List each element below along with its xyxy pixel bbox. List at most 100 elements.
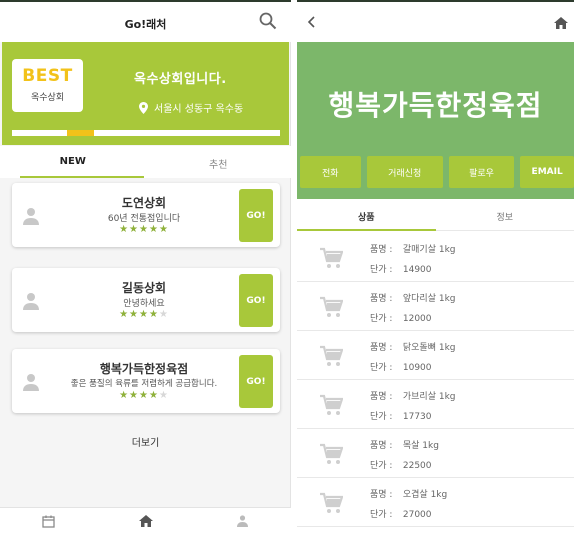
product-name-line: 품명 : 닭오돌뼈 1kg bbox=[370, 340, 456, 353]
store-banner: 행복가득한정육점 전화 거래신청 팔로우 EMAIL bbox=[297, 42, 574, 199]
product-price: 10900 bbox=[402, 363, 432, 373]
product-name-line: 품명 : 오겹살 1kg bbox=[370, 487, 447, 500]
product-name-line: 품명 : 목살 1kg bbox=[370, 438, 439, 451]
product-name-label: 품명 : bbox=[370, 343, 393, 353]
star-icon: ★ bbox=[139, 224, 149, 235]
detail-header bbox=[297, 0, 574, 42]
star-icon: ★ bbox=[129, 224, 140, 235]
location-pin-icon bbox=[139, 101, 148, 114]
call-button[interactable]: 전화 bbox=[300, 156, 361, 188]
cart-icon bbox=[320, 345, 343, 366]
email-button[interactable]: EMAIL bbox=[520, 156, 574, 188]
product-name-line: 품명 : 가브리살 1kg bbox=[370, 389, 456, 402]
store-card[interactable]: 행복가득한정육점 좋은 품질의 육류를 저렴하게 공급합니다. ★★★★★ GO… bbox=[12, 349, 280, 413]
person-icon bbox=[237, 515, 248, 527]
store-name: 행복가득한정육점 bbox=[99, 362, 189, 376]
detail-tabs: 상품 정보 bbox=[297, 199, 574, 231]
best-badge: BEST 옥수상회 bbox=[12, 59, 83, 112]
product-name-line: 품명 : 갈매기살 1kg bbox=[370, 242, 456, 255]
app-header: Go!래처 bbox=[0, 0, 291, 42]
product-price: 14900 bbox=[402, 265, 432, 275]
cart-icon bbox=[320, 247, 343, 268]
store-desc: 안녕하세요 bbox=[123, 299, 165, 309]
store-rating: ★★★★★ bbox=[46, 390, 242, 401]
tab-new[interactable]: NEW bbox=[0, 146, 146, 178]
product-price-line: 단가 : 27000 bbox=[370, 507, 432, 520]
go-button[interactable]: GO! bbox=[239, 274, 273, 327]
cart-icon bbox=[320, 443, 343, 464]
product-name: 닭오돌뼈 1kg bbox=[402, 343, 456, 353]
cart-icon bbox=[320, 492, 343, 513]
follow-button[interactable]: 팔로우 bbox=[448, 156, 515, 188]
star-icon: ★ bbox=[119, 390, 130, 401]
cart-icon bbox=[320, 394, 343, 415]
product-name: 앞다리살 1kg bbox=[402, 294, 456, 304]
more-link[interactable]: 더보기 bbox=[0, 434, 291, 449]
product-price-label: 단가 : bbox=[370, 412, 393, 422]
star-icon: ★ bbox=[119, 309, 130, 320]
banner-progress-fill bbox=[67, 130, 94, 136]
product-name-label: 품명 : bbox=[370, 392, 393, 402]
product-name: 갈매기살 1kg bbox=[402, 245, 456, 255]
best-label: BEST bbox=[22, 66, 73, 86]
person-icon bbox=[23, 208, 39, 225]
bottom-nav bbox=[0, 507, 291, 534]
product-price: 17730 bbox=[402, 412, 432, 422]
go-button[interactable]: GO! bbox=[239, 355, 273, 408]
tab-products[interactable]: 상품 bbox=[297, 199, 436, 231]
star-icon: ★ bbox=[158, 309, 169, 320]
star-icon: ★ bbox=[148, 390, 159, 401]
star-icon: ★ bbox=[129, 309, 140, 320]
store-name: 도연상회 bbox=[121, 196, 167, 210]
product-row[interactable]: 품명 : 오겹살 1kg 단가 : 27000 bbox=[297, 478, 574, 527]
product-name-label: 품명 : bbox=[370, 441, 393, 451]
app-title: Go!래처 bbox=[124, 18, 167, 31]
product-price: 22500 bbox=[402, 461, 432, 471]
store-card[interactable]: 도연상회 60년 전통점입니다 ★★★★★ GO! bbox=[12, 183, 280, 247]
store-card[interactable]: 길동상회 안녕하세요 ★★★★★ GO! bbox=[12, 268, 280, 332]
action-buttons: 전화 거래신청 팔로우 EMAIL bbox=[300, 156, 574, 188]
product-price: 27000 bbox=[402, 510, 432, 520]
product-price-label: 단가 : bbox=[370, 363, 393, 373]
nav-profile[interactable] bbox=[194, 508, 291, 534]
list-tabs: NEW 추천 bbox=[0, 146, 291, 178]
cart-icon bbox=[320, 296, 343, 317]
tab-info[interactable]: 정보 bbox=[436, 199, 574, 230]
product-row[interactable]: 품명 : 가브리살 1kg 단가 : 17730 bbox=[297, 380, 574, 429]
star-icon: ★ bbox=[158, 390, 169, 401]
product-row[interactable]: 품명 : 앞다리살 1kg 단가 : 12000 bbox=[297, 282, 574, 331]
trade-request-button[interactable]: 거래신청 bbox=[366, 156, 443, 188]
product-price-line: 단가 : 12000 bbox=[370, 311, 432, 324]
product-row[interactable]: 품명 : 목살 1kg 단가 : 22500 bbox=[297, 429, 574, 478]
nav-calendar[interactable] bbox=[0, 508, 97, 534]
go-button[interactable]: GO! bbox=[239, 189, 273, 242]
product-name-label: 품명 : bbox=[370, 490, 393, 500]
store-name: 길동상회 bbox=[121, 281, 167, 295]
star-icon: ★ bbox=[148, 309, 159, 320]
tab-recommend[interactable]: 추천 bbox=[146, 146, 292, 178]
search-icon[interactable] bbox=[259, 12, 277, 30]
best-store-label: 옥수상회 bbox=[30, 93, 65, 103]
product-name: 목살 1kg bbox=[402, 441, 439, 451]
product-name-line: 품명 : 앞다리살 1kg bbox=[370, 291, 456, 304]
store-detail-screen: 행복가득한정육점 전화 거래신청 팔로우 EMAIL 상품 정보 품명 : 갈매… bbox=[297, 0, 574, 534]
product-name-label: 품명 : bbox=[370, 294, 393, 304]
product-row[interactable]: 품명 : 닭오돌뼈 1kg 단가 : 10900 bbox=[297, 331, 574, 380]
home-icon bbox=[138, 515, 153, 527]
product-price-label: 단가 : bbox=[370, 265, 393, 275]
store-title: 행복가득한정육점 bbox=[328, 89, 543, 122]
best-store-banner[interactable]: BEST 옥수상회 옥수상회입니다. 서울시 성동구 옥수동 bbox=[2, 42, 289, 145]
product-price-label: 단가 : bbox=[370, 510, 393, 520]
best-store-address: 서울시 성동구 옥수동 bbox=[154, 104, 244, 115]
product-name-label: 품명 : bbox=[370, 245, 393, 255]
store-rating: ★★★★★ bbox=[46, 309, 242, 320]
product-row[interactable]: 품명 : 갈매기살 1kg 단가 : 14900 bbox=[297, 233, 574, 282]
back-icon[interactable] bbox=[307, 16, 317, 28]
product-name: 오겹살 1kg bbox=[402, 490, 448, 500]
product-name: 가브리살 1kg bbox=[402, 392, 456, 402]
product-price-line: 단가 : 10900 bbox=[370, 360, 432, 373]
store-list-screen: Go!래처 BEST 옥수상회 옥수상회입니다. 서울시 성동구 옥수동 NEW… bbox=[0, 0, 291, 534]
home-icon[interactable] bbox=[554, 17, 568, 29]
nav-home[interactable] bbox=[97, 508, 194, 534]
product-price-line: 단가 : 22500 bbox=[370, 458, 432, 471]
